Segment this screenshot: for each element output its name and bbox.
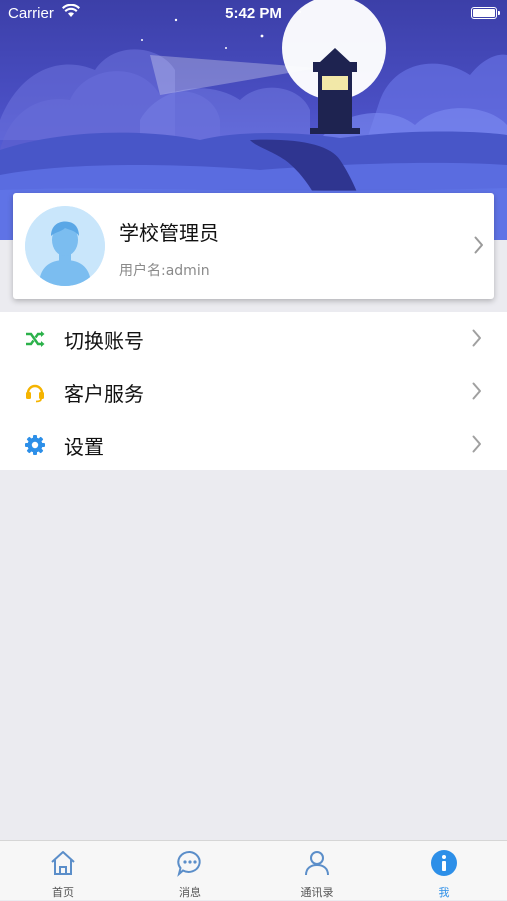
tab-me[interactable]: 我: [381, 841, 507, 901]
battery-icon: [471, 7, 500, 19]
tab-messages[interactable]: 消息: [127, 841, 253, 901]
avatar: [25, 206, 105, 286]
status-bar: Carrier 5:42 PM: [0, 0, 507, 28]
headset-icon: [24, 381, 46, 403]
tab-label: 消息: [179, 886, 201, 899]
chevron-right-icon: [472, 382, 482, 404]
menu-item-switch-account[interactable]: 切换账号: [0, 312, 507, 364]
message-icon: [176, 849, 204, 877]
tab-contacts[interactable]: 通讯录: [254, 841, 380, 901]
menu-list: 切换账号 客户服务 设置: [0, 312, 507, 470]
menu-item-settings[interactable]: 设置: [0, 418, 507, 470]
shuffle-icon: [24, 328, 46, 350]
tab-bar: 首页 消息 通讯录 我: [0, 840, 507, 900]
tab-label: 我: [438, 886, 450, 899]
chevron-right-icon: [474, 236, 484, 258]
profile-username: 用户名:admin: [119, 263, 210, 279]
home-icon: [49, 849, 77, 877]
menu-item-customer-service[interactable]: 客户服务: [0, 365, 507, 417]
menu-item-label: 客户服务: [64, 382, 144, 406]
chevron-right-icon: [472, 435, 482, 457]
profile-card[interactable]: 学校管理员 用户名:admin: [13, 193, 494, 299]
profile-name: 学校管理员: [119, 221, 219, 245]
menu-item-label: 切换账号: [64, 329, 144, 353]
tab-home[interactable]: 首页: [0, 841, 126, 901]
tab-label: 通讯录: [300, 886, 334, 899]
contacts-icon: [303, 849, 331, 877]
tab-label: 首页: [52, 886, 74, 899]
chevron-right-icon: [472, 329, 482, 351]
info-icon: [430, 849, 458, 877]
menu-item-label: 设置: [64, 435, 104, 459]
user-silhouette-icon: [25, 206, 105, 286]
gear-icon: [24, 434, 46, 456]
clock: 5:42 PM: [225, 5, 282, 22]
